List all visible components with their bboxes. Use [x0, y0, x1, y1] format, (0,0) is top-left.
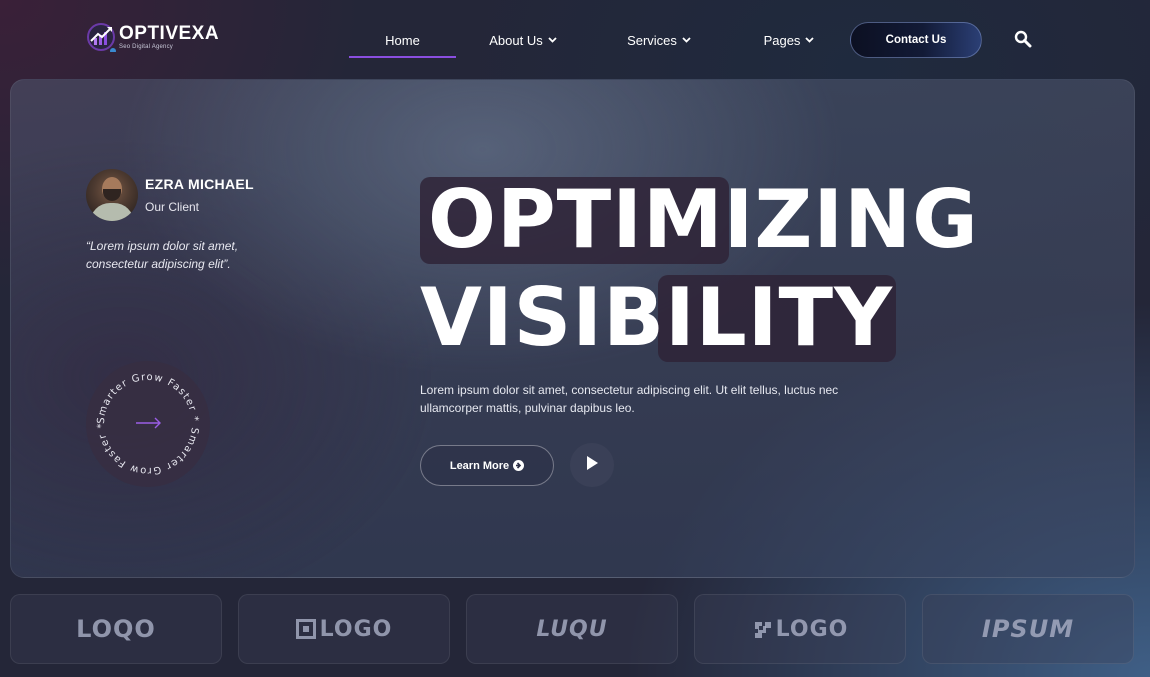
logo-chart-icon: [86, 22, 116, 54]
arrow-right-icon: [136, 417, 161, 429]
partner-logo-text: LUQU: [536, 616, 608, 642]
headline-line-1: OPTIMIZING: [428, 173, 979, 266]
learn-more-button[interactable]: Learn More: [420, 445, 554, 486]
client-role: Our Client: [145, 200, 200, 214]
chevron-down-icon: [682, 35, 691, 45]
learn-more-label: Learn More: [449, 459, 510, 472]
client-quote: “Lorem ipsum dolor sit amet, consectetur…: [86, 239, 239, 271]
partner-logo-4: LOGO: [694, 594, 906, 664]
play-video-button[interactable]: [570, 443, 614, 487]
chevron-down-icon: [805, 35, 815, 45]
brand-tagline: Seo Digital Agency: [119, 43, 173, 50]
partner-logo-text: IPSUM: [981, 615, 1075, 643]
hero-description: Lorem ipsum dolor sit amet, consectetur …: [420, 383, 839, 415]
nav-services-label: Services: [627, 32, 677, 48]
badge-ring-text: Smarter Grow Faster * Smarter Grow Faste…: [96, 372, 200, 476]
avatar: [86, 169, 138, 221]
partner-logo-text: LOGO: [319, 616, 393, 642]
partner-logo-text: LOQO: [76, 615, 156, 643]
nav-about-label: About Us: [489, 32, 543, 48]
square-logo-icon: [295, 619, 316, 639]
partner-logo-3: LUQU: [466, 594, 678, 664]
rotating-badge[interactable]: Smarter Grow Faster * Smarter Grow Faste…: [86, 361, 210, 487]
partner-logo-5: IPSUM: [922, 594, 1134, 664]
client-name: EZRA MICHAEL: [145, 176, 254, 192]
brand-name: OPTIVEXA: [119, 22, 220, 44]
nav-services[interactable]: Services: [619, 22, 699, 58]
site-header: OPTIVEXA Seo Digital Agency Home About U…: [0, 0, 1150, 78]
nav-about-us[interactable]: About Us: [483, 22, 563, 58]
nav-home[interactable]: Home: [349, 22, 456, 58]
hero-headline: OPTIMIZING VISIBILITY: [420, 175, 1040, 365]
search-icon[interactable]: [1014, 30, 1032, 48]
partner-logo-1: LOQO: [10, 594, 222, 664]
play-icon: [585, 455, 599, 476]
chevron-down-icon: [548, 35, 557, 45]
arrow-circle-right-icon: [513, 460, 525, 471]
headline-line-2: VISIBILITY: [420, 271, 894, 364]
partner-logo-text: LOGO: [775, 616, 849, 642]
brand-logo[interactable]: OPTIVEXA Seo Digital Agency: [86, 22, 220, 54]
contact-us-button[interactable]: Contact Us: [850, 22, 982, 58]
partner-logo-2: LOGO: [238, 594, 450, 664]
nav-pages-label: Pages: [763, 32, 801, 48]
puzzle-logo-icon: [752, 619, 772, 639]
nav-home-label: Home: [385, 32, 420, 48]
nav-pages[interactable]: Pages: [754, 22, 824, 58]
